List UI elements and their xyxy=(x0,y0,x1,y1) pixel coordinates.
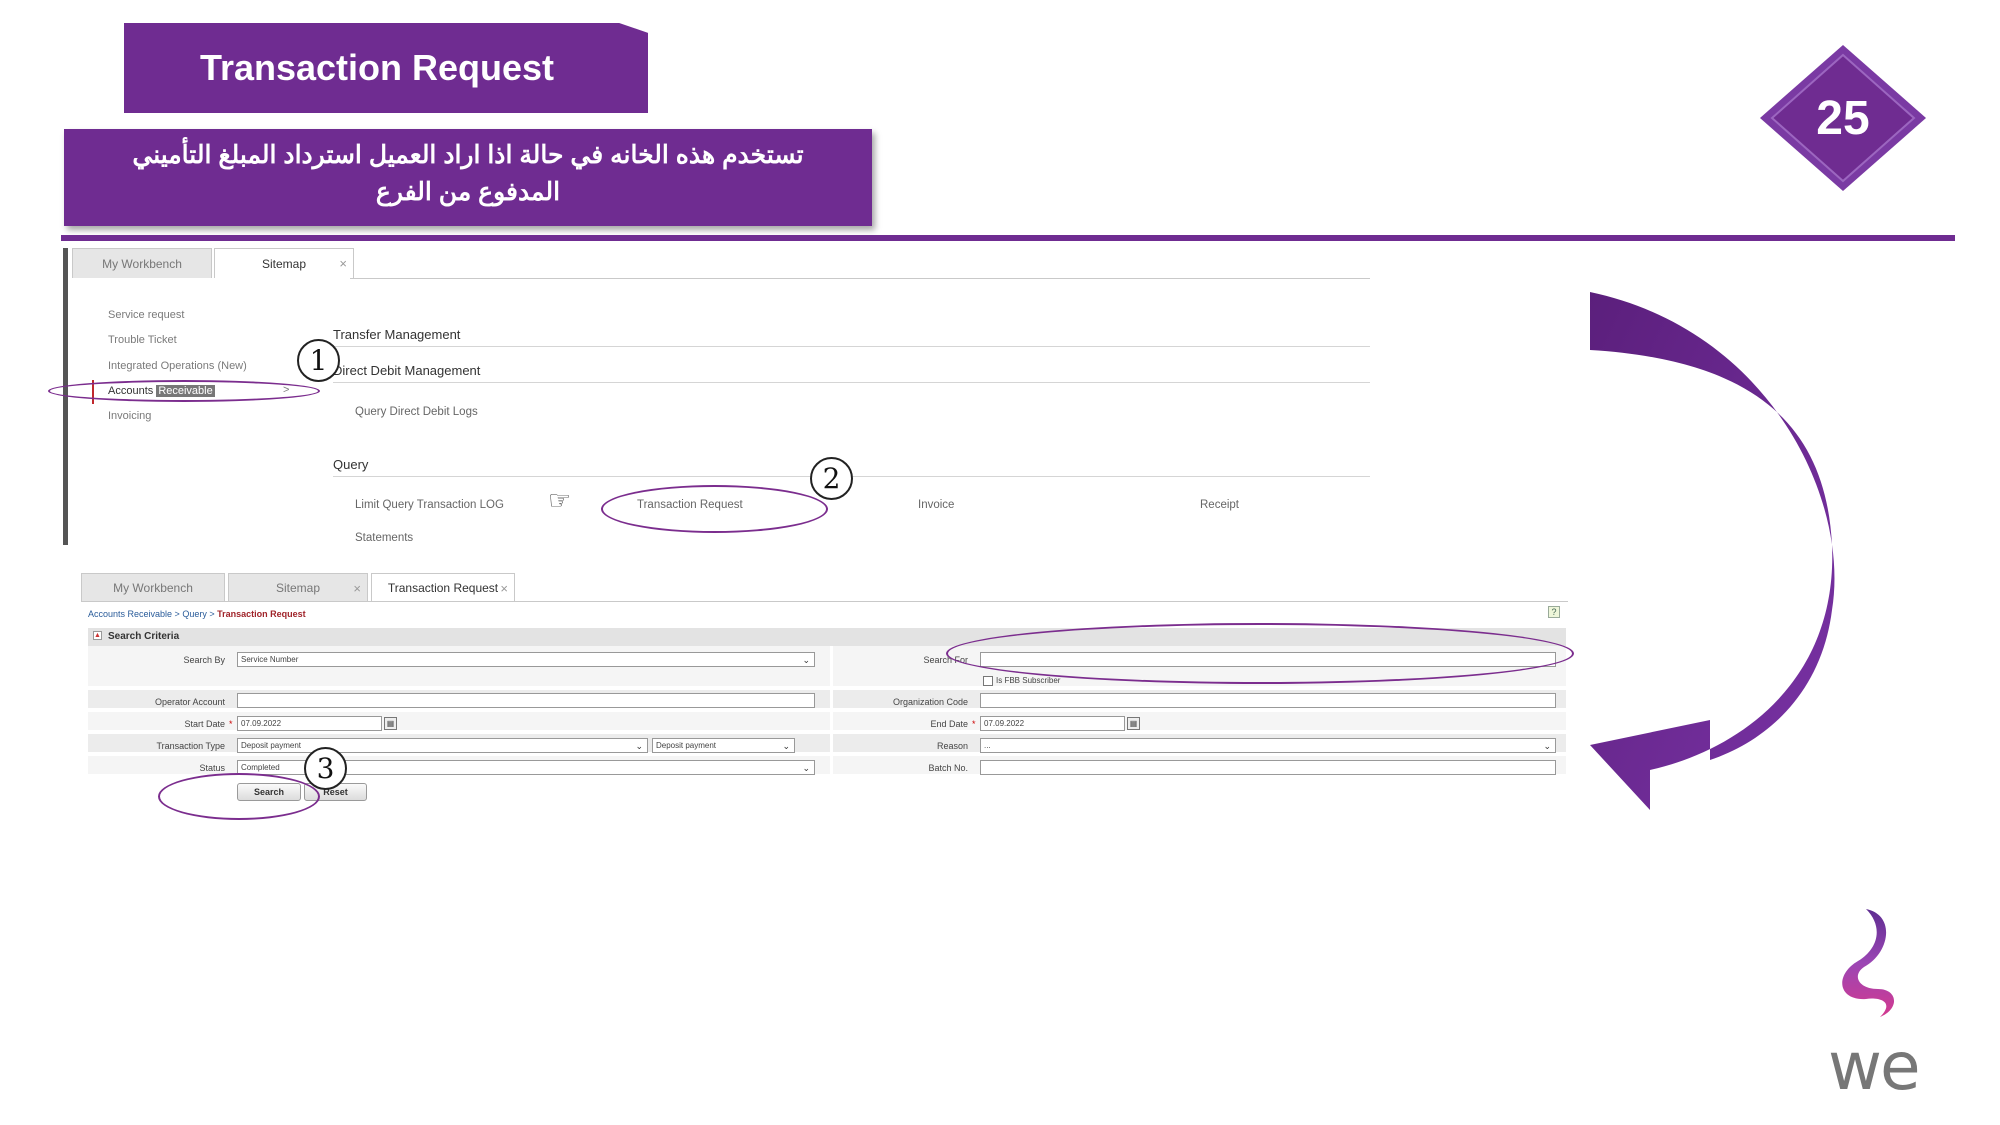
fbb-subscriber-checkbox[interactable] xyxy=(983,676,993,686)
step-marker-3: 3 xyxy=(304,747,347,790)
header-divider xyxy=(61,235,1955,241)
section-transfer-management: Transfer Management xyxy=(333,327,461,342)
we-logo-text: we xyxy=(1828,1028,1921,1105)
section-divider xyxy=(333,346,1370,347)
step-marker-1: 1 xyxy=(297,339,340,382)
breadcrumb-accounts-receivable[interactable]: Accounts Receivable xyxy=(88,609,172,619)
collapse-icon[interactable]: ▲ xyxy=(93,631,102,640)
link-statements[interactable]: Statements xyxy=(355,532,413,544)
section-divider xyxy=(333,382,1370,383)
page-title: Transaction Request xyxy=(199,47,555,88)
tab-sitemap[interactable]: Sitemap × xyxy=(214,248,354,278)
arabic-note-line-1: تستخدم هذه الخانه في حالة اذا اراد العمي… xyxy=(132,141,804,169)
close-icon[interactable]: × xyxy=(353,581,361,596)
breadcrumb: Accounts Receivable > Query > Transactio… xyxy=(88,609,306,619)
highlight-oval-search-for xyxy=(946,623,1574,684)
end-date-label: End Date xyxy=(930,719,968,729)
operator-account-input[interactable] xyxy=(237,693,815,708)
tab-my-workbench[interactable]: My Workbench xyxy=(81,573,225,601)
tab-transaction-request[interactable]: Transaction Request × xyxy=(371,573,515,601)
calendar-icon[interactable]: ▦ xyxy=(384,717,397,730)
end-date-input[interactable]: 07.09.2022 xyxy=(980,716,1125,731)
chevron-down-icon: ⌄ xyxy=(802,655,810,665)
breadcrumb-current: Transaction Request xyxy=(217,609,306,619)
chevron-down-icon: ⌄ xyxy=(802,763,810,773)
link-query-direct-debit-logs[interactable]: Query Direct Debit Logs xyxy=(355,406,478,418)
tab-baseline xyxy=(81,601,1568,602)
tab-baseline xyxy=(350,278,1370,279)
sidebar-item-service-request[interactable]: Service request xyxy=(108,309,184,321)
highlight-oval-accounts-receivable xyxy=(48,380,320,402)
search-by-select[interactable]: Service Number ⌄ xyxy=(237,652,815,667)
search-by-label: Search By xyxy=(183,655,225,665)
transaction-subtype-select[interactable]: Deposit payment ⌄ xyxy=(652,738,795,753)
pointing-hand-icon: ☞ xyxy=(548,485,572,515)
chevron-down-icon: ⌄ xyxy=(782,741,790,751)
transaction-type-select[interactable]: Deposit payment ⌄ xyxy=(237,738,648,753)
tab-my-workbench[interactable]: My Workbench xyxy=(72,248,212,278)
organization-code-input[interactable] xyxy=(980,693,1556,708)
transaction-type-label: Transaction Type xyxy=(156,741,225,751)
status-label: Status xyxy=(199,763,225,773)
operator-account-label: Operator Account xyxy=(154,697,225,707)
start-date-input[interactable]: 07.09.2022 xyxy=(237,716,382,731)
step-marker-2: 2 xyxy=(810,457,853,500)
highlight-oval-transaction-request xyxy=(601,485,828,533)
we-logo-icon xyxy=(1842,909,1895,1017)
batch-no-input[interactable] xyxy=(980,760,1556,775)
required-mark: * xyxy=(972,719,976,729)
required-mark: * xyxy=(229,719,233,729)
arabic-instruction-banner: تستخدم هذه الخانه في حالة اذا اراد العمي… xyxy=(64,129,872,226)
chevron-down-icon: ⌄ xyxy=(1543,741,1551,751)
sidebar-item-trouble-ticket[interactable]: Trouble Ticket xyxy=(108,334,177,346)
sidebar-item-integrated-operations[interactable]: Integrated Operations (New) xyxy=(108,360,247,372)
chevron-down-icon: ⌄ xyxy=(635,741,643,751)
arabic-note-line-2: المدفوع من الفرع xyxy=(375,178,561,206)
close-icon[interactable]: × xyxy=(500,581,508,596)
fbb-subscriber-label: Is FBB Subscriber xyxy=(996,676,1061,685)
tab-sitemap[interactable]: Sitemap × xyxy=(228,573,368,601)
start-date-label: Start Date xyxy=(184,719,225,729)
link-invoice[interactable]: Invoice xyxy=(918,499,954,511)
reason-label: Reason xyxy=(936,741,968,751)
page-number: 25 xyxy=(1816,91,1870,145)
close-icon[interactable]: × xyxy=(339,256,347,271)
organization-code-label: Organization Code xyxy=(892,697,968,707)
link-limit-query-transaction-log[interactable]: Limit Query Transaction LOG xyxy=(355,499,504,511)
batch-no-label: Batch No. xyxy=(928,763,968,773)
reason-select[interactable]: ... ⌄ xyxy=(980,738,1556,753)
breadcrumb-query[interactable]: Query xyxy=(182,609,207,619)
sidebar-item-invoicing[interactable]: Invoicing xyxy=(108,410,151,422)
section-direct-debit-management: Direct Debit Management xyxy=(333,363,481,378)
calendar-icon[interactable]: ▦ xyxy=(1127,717,1140,730)
link-receipt[interactable]: Receipt xyxy=(1200,499,1239,511)
curved-arrow-down-left xyxy=(1590,292,1835,810)
section-query: Query xyxy=(333,457,369,472)
highlight-oval-search-button xyxy=(158,773,320,820)
help-icon[interactable]: ? xyxy=(1548,606,1560,618)
